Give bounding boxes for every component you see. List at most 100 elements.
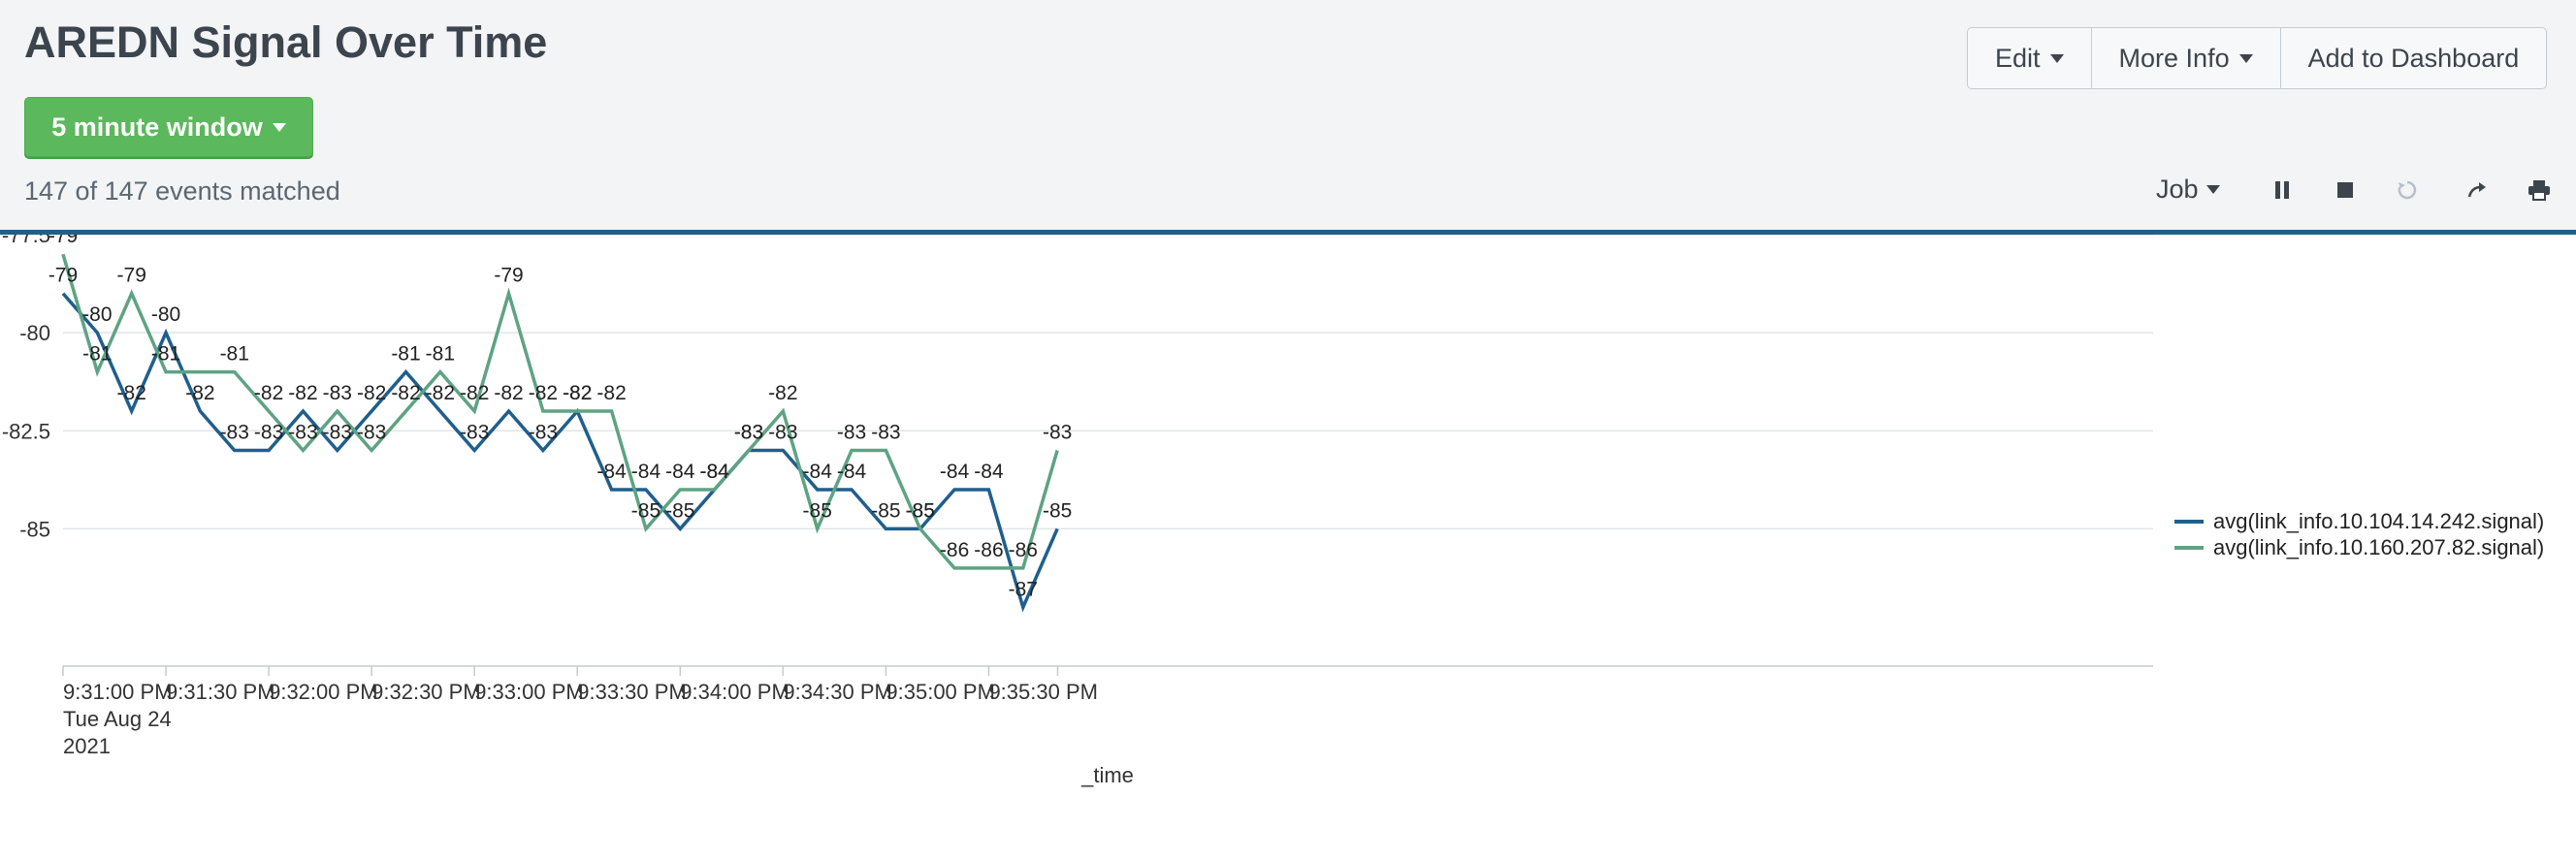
data-label: -84	[665, 461, 695, 483]
share-icon[interactable]	[2462, 175, 2493, 206]
data-label: -85	[665, 499, 694, 522]
x-tick-label: 9:33:00 PM	[474, 680, 584, 704]
data-label: -80	[82, 303, 112, 326]
data-label: -81	[391, 343, 420, 366]
x-tick-label: 9:35:30 PM	[988, 680, 1098, 704]
data-label: -82	[563, 382, 592, 404]
more-info-label: More Info	[2118, 43, 2230, 73]
job-label: Job	[2156, 175, 2199, 204]
legend-swatch	[2174, 545, 2204, 550]
data-label: -83	[768, 422, 797, 444]
data-label: -85	[631, 499, 660, 522]
chevron-down-icon	[2238, 53, 2253, 63]
x-tick-label: 9:34:00 PM	[680, 680, 789, 704]
chart-legend: avg(link_info.10.104.14.242.signal) avg(…	[2174, 508, 2544, 560]
x-tick-label: 2021	[63, 734, 111, 758]
data-label: -82	[185, 382, 214, 404]
print-icon[interactable]	[2524, 175, 2555, 206]
data-label: -85	[1043, 499, 1072, 522]
data-label: -79	[494, 265, 523, 287]
data-label: -83	[1043, 422, 1072, 444]
legend-label: avg(link_info.10.160.207.82.signal)	[2213, 534, 2545, 559]
data-label: -83	[871, 422, 900, 444]
data-label: -79	[48, 235, 78, 247]
data-label: -82	[391, 382, 420, 404]
data-label: -85	[906, 499, 935, 522]
data-label: -85	[871, 499, 900, 522]
legend-item-series2[interactable]: avg(link_info.10.160.207.82.signal)	[2174, 534, 2544, 560]
refresh-icon[interactable]	[2392, 175, 2423, 206]
x-tick-label: Tue Aug 24	[63, 707, 172, 731]
data-label: -81	[151, 343, 180, 366]
data-label: -84	[974, 461, 1004, 483]
data-label: -83	[357, 422, 386, 444]
data-label: -79	[48, 265, 78, 287]
series-line-1	[61, 292, 1059, 613]
data-label: -84	[596, 461, 627, 483]
data-label: -79	[117, 265, 146, 287]
data-label: -82	[494, 382, 523, 404]
data-label: -82	[288, 382, 317, 404]
job-menu-button[interactable]: Job	[2156, 175, 2220, 205]
time-window-button[interactable]: 5 minute window	[24, 97, 313, 157]
data-label: -82	[117, 382, 146, 404]
data-label: -81	[426, 343, 455, 366]
data-label: -82	[254, 382, 283, 404]
data-label: -84	[803, 461, 833, 483]
data-label: -85	[803, 499, 832, 522]
data-label: -83	[254, 422, 283, 444]
x-tick-label: 9:32:00 PM	[269, 680, 378, 704]
data-label: -83	[837, 422, 866, 444]
data-label: -82	[357, 382, 386, 404]
chevron-down-icon	[2049, 53, 2064, 63]
x-tick-label: 9:31:30 PM	[166, 680, 275, 704]
data-label: -82	[426, 382, 455, 404]
data-label: -83	[220, 422, 249, 444]
x-axis-title: _time	[1080, 763, 1134, 787]
y-tick-label: -80	[19, 321, 50, 345]
chevron-down-icon	[272, 122, 286, 132]
data-label: -84	[940, 461, 970, 483]
chart-area: -77.5 -80 -82.5 -85 9:31:00 PM Tue Aug 24 2021…	[0, 235, 2576, 861]
header: AREDN Signal Over Time 5 minute window 1…	[0, 0, 2576, 231]
data-label: -83	[323, 382, 352, 404]
data-label: -86	[940, 539, 969, 561]
time-window-label: 5 minute window	[51, 112, 263, 142]
data-label: -83	[529, 422, 558, 444]
data-label: -86	[1009, 539, 1038, 561]
data-label: -84	[699, 461, 729, 483]
data-label: -83	[734, 422, 763, 444]
edit-button[interactable]: Edit	[1968, 28, 2092, 88]
x-tick-label: 9:34:30 PM	[783, 680, 892, 704]
y-tick-label: -77.5	[2, 235, 50, 247]
data-label: -84	[837, 461, 867, 483]
more-info-button[interactable]: More Info	[2092, 28, 2281, 88]
add-to-dashboard-label: Add to Dashboard	[2307, 43, 2520, 73]
x-tick-label: 9:31:00 PM	[63, 680, 173, 704]
edit-label: Edit	[1995, 43, 2041, 73]
add-to-dashboard-button[interactable]: Add to Dashboard	[2281, 28, 2547, 88]
y-tick-label: -82.5	[2, 419, 50, 443]
legend-swatch	[2174, 519, 2204, 524]
page-title: AREDN Signal Over Time	[24, 17, 548, 67]
data-label: -84	[631, 461, 661, 483]
y-tick-label: -85	[19, 517, 50, 541]
data-label: -82	[529, 382, 558, 404]
chevron-down-icon	[2206, 185, 2220, 194]
stop-icon[interactable]	[2330, 175, 2361, 206]
pause-icon[interactable]	[2267, 175, 2298, 206]
events-matched: 147 of 147 events matched	[24, 176, 340, 206]
x-tick-label: 9:33:30 PM	[577, 680, 687, 704]
x-tick-label: 9:35:00 PM	[886, 680, 995, 704]
data-label: -82	[768, 382, 797, 404]
data-label: -83	[288, 422, 317, 444]
data-label: -83	[460, 422, 489, 444]
data-label: -82	[596, 382, 626, 404]
data-label: -83	[323, 422, 352, 444]
action-button-group: Edit More Info Add to Dashboard	[1967, 27, 2548, 89]
data-label: -81	[82, 343, 112, 366]
data-label: -87	[1009, 578, 1038, 600]
data-label: -86	[974, 539, 1003, 561]
legend-item-series1[interactable]: avg(link_info.10.104.14.242.signal)	[2174, 508, 2544, 534]
data-label: -82	[460, 382, 489, 404]
